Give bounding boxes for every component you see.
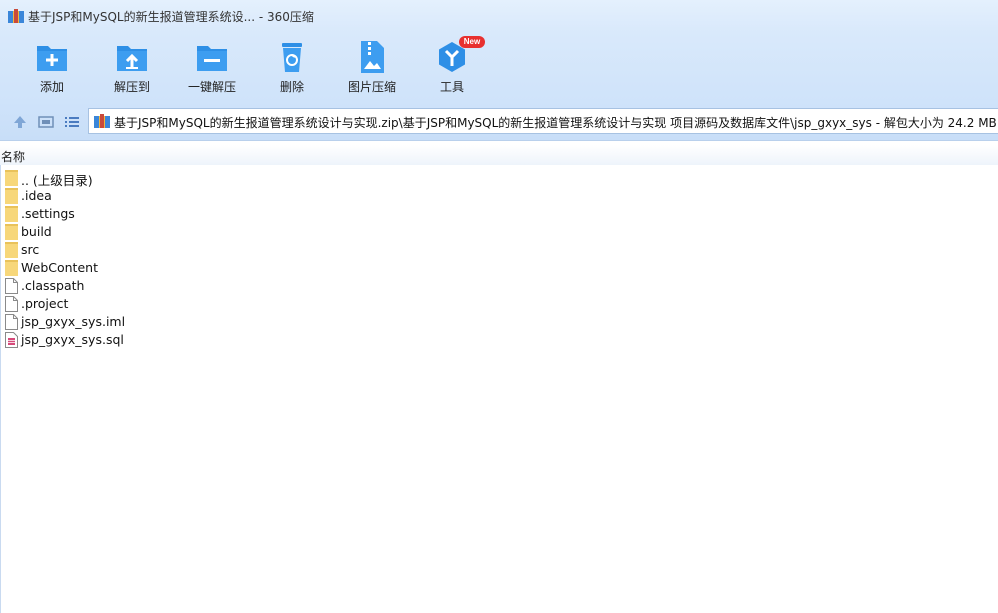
thumbnail-view-icon[interactable] [38,114,54,130]
add-button[interactable]: 添加 [16,38,88,98]
list-item[interactable]: jsp_gxyx_sys.iml [0,313,998,331]
list-item[interactable]: .idea [0,187,998,205]
list-item[interactable]: .. (上级目录) [0,169,998,188]
app-logo-icon [8,9,24,23]
list-header: 名称 [0,145,998,165]
up-arrow-icon[interactable] [12,114,28,130]
file-list: .. (上级目录) .idea .settings build src WebC… [0,169,998,349]
extract-to-button[interactable]: 解压到 [96,38,168,98]
file-name: src [21,242,40,257]
list-item[interactable]: .classpath [0,277,998,295]
file-name: jsp_gxyx_sys.iml [21,314,126,329]
file-name: .classpath [21,278,85,293]
folder-icon [5,206,18,222]
title-bar: 基于JSP和MySQL的新生报道管理系统设... - 360压缩 [0,0,998,32]
folder-icon [5,260,18,276]
list-item[interactable]: .project [0,295,998,313]
list-view-icon[interactable] [64,114,80,130]
new-badge: New [459,36,485,48]
tools-label: 工具 [439,80,464,94]
file-name: build [21,224,52,239]
image-compress-label: 图片压缩 [347,80,396,94]
file-name: .idea [21,188,52,203]
image-compress-button[interactable]: 图片压缩 [336,38,408,98]
column-header-name[interactable]: 名称 [1,148,25,165]
sql-file-icon [5,332,18,348]
window-title: 基于JSP和MySQL的新生报道管理系统设... - 360压缩 [28,10,314,24]
add-folder-icon [37,46,67,71]
file-icon [5,278,18,294]
folder-icon [5,188,18,204]
list-item[interactable]: WebContent [0,259,998,277]
one-click-extract-label: 一键解压 [187,80,236,94]
folder-icon [5,242,18,258]
file-name: WebContent [21,260,98,275]
file-icon [5,314,18,330]
toolbar: 添加 解压到 一键解压 删除 图片压缩 New 工具 [0,32,998,102]
list-item[interactable]: src [0,241,998,259]
one-click-extract-button[interactable]: 一键解压 [176,38,248,98]
folder-icon [5,224,18,240]
list-item[interactable]: build [0,223,998,241]
image-compress-icon [361,41,384,73]
extract-to-label: 解压到 [113,80,150,94]
file-icon [5,296,18,312]
zip-archive-icon [94,114,110,128]
delete-label: 删除 [279,80,304,94]
extract-to-icon [117,46,147,71]
list-item[interactable]: .settings [0,205,998,223]
address-path: 基于JSP和MySQL的新生报道管理系统设计与实现.zip\基于JSP和MySQ… [114,116,997,130]
one-click-extract-icon [197,46,227,71]
add-label: 添加 [39,80,64,94]
tools-button[interactable]: New 工具 [416,36,488,98]
file-name: jsp_gxyx_sys.sql [21,332,124,347]
file-name: .project [21,296,69,311]
list-item[interactable]: jsp_gxyx_sys.sql [0,331,998,349]
delete-button[interactable]: 删除 [256,38,328,98]
folder-icon [5,170,18,186]
address-row: 基于JSP和MySQL的新生报道管理系统设计与实现.zip\基于JSP和MySQ… [0,102,998,141]
file-name: .settings [21,206,75,221]
trash-icon [282,43,302,72]
address-bar[interactable]: 基于JSP和MySQL的新生报道管理系统设计与实现.zip\基于JSP和MySQ… [88,108,998,134]
